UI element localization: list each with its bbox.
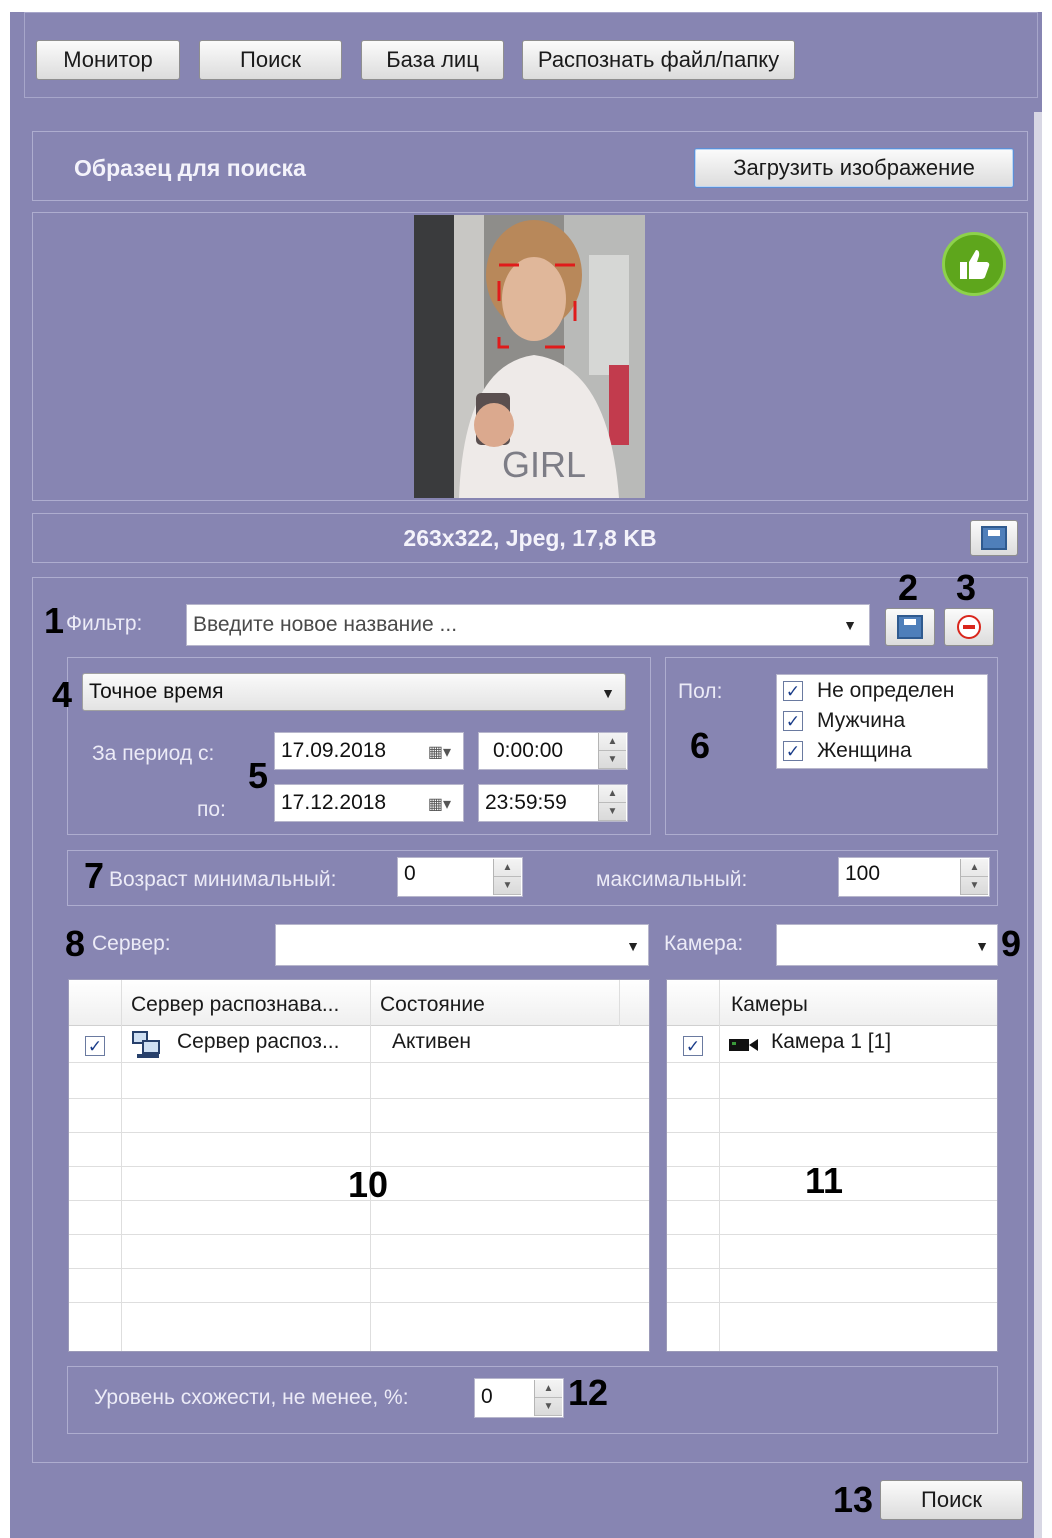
camera-select[interactable]: ▼ bbox=[776, 924, 998, 966]
from-date-picker[interactable]: 17.09.2018 ▦▾ bbox=[274, 732, 464, 770]
callout-9: 9 bbox=[1001, 923, 1022, 964]
to-time-value: 23:59:59 bbox=[485, 791, 567, 814]
to-date-picker[interactable]: 17.12.2018 ▦▾ bbox=[274, 784, 464, 822]
similarity-value: 0 bbox=[481, 1385, 493, 1408]
checkbox-undefined[interactable]: ✓ bbox=[783, 681, 803, 701]
callout-13: 13 bbox=[833, 1479, 874, 1520]
faces-db-button[interactable]: База лиц bbox=[361, 40, 504, 80]
age-max-value: 100 bbox=[845, 862, 881, 885]
column-header-cameras[interactable]: Камеры bbox=[731, 993, 808, 1017]
camera-label: Камера: bbox=[664, 932, 744, 955]
sample-photo: GIRL bbox=[414, 215, 645, 498]
server-row-checkbox[interactable]: ✓ bbox=[85, 1036, 105, 1056]
load-image-button[interactable]: Загрузить изображение bbox=[694, 148, 1014, 188]
camera-icon bbox=[729, 1038, 759, 1052]
save-filter-button[interactable] bbox=[885, 608, 935, 646]
callout-5: 5 bbox=[248, 755, 269, 796]
calendar-icon: ▦▾ bbox=[427, 744, 451, 761]
table-row[interactable]: ✓ Сервер распоз... Активен bbox=[69, 1026, 649, 1062]
servers-table-header: Сервер распознава... Состояние bbox=[69, 980, 649, 1026]
age-max-spinner[interactable]: ▲ ▼ bbox=[960, 859, 988, 895]
chevron-down-icon: ▼ bbox=[626, 938, 640, 954]
callout-10: 10 bbox=[348, 1164, 389, 1205]
gender-option-undefined: Не определен bbox=[817, 679, 955, 702]
checkbox-male[interactable]: ✓ bbox=[783, 711, 803, 731]
chevron-down-icon: ▼ bbox=[975, 938, 989, 954]
similarity-spinner[interactable]: ▲ ▼ bbox=[534, 1380, 562, 1416]
callout-3: 3 bbox=[956, 567, 977, 608]
search-button[interactable]: Поиск bbox=[880, 1480, 1023, 1520]
server-name: Сервер распоз... bbox=[177, 1030, 340, 1053]
save-icon bbox=[981, 526, 1007, 550]
age-min-value: 0 bbox=[404, 862, 416, 885]
camera-row-checkbox[interactable]: ✓ bbox=[683, 1036, 703, 1056]
to-date-value: 17.12.2018 bbox=[281, 791, 387, 814]
time-mode-value: Точное время bbox=[89, 680, 224, 703]
table-row[interactable]: ✓ Камера 1 [1] bbox=[667, 1026, 997, 1062]
chevron-down-icon: ▼ bbox=[601, 685, 615, 701]
scrollbar[interactable] bbox=[1034, 112, 1042, 1538]
callout-2: 2 bbox=[898, 567, 919, 608]
cameras-table-header: Камеры bbox=[667, 980, 997, 1026]
from-date-value: 17.09.2018 bbox=[281, 739, 387, 762]
image-info: 263x322, Jpeg, 17,8 KB bbox=[403, 525, 657, 551]
filter-placeholder: Введите новое название ... bbox=[193, 613, 458, 636]
column-header-state[interactable]: Состояние bbox=[380, 993, 485, 1017]
server-state: Активен bbox=[392, 1030, 471, 1053]
callout-4: 4 bbox=[52, 674, 73, 715]
callout-6: 6 bbox=[690, 725, 711, 766]
from-time-value: 0:00:00 bbox=[493, 739, 564, 762]
face-search-panel: Монитор Поиск База лиц Распознать файл/п… bbox=[10, 12, 1042, 1538]
period-to-label: по: bbox=[197, 798, 226, 821]
filter-combo[interactable]: Введите новое название ... ▼ bbox=[186, 604, 870, 646]
save-icon bbox=[897, 615, 923, 639]
remove-icon bbox=[957, 615, 981, 639]
camera-name: Камера 1 [1] bbox=[771, 1030, 892, 1053]
callout-8: 8 bbox=[65, 923, 86, 964]
recognize-file-button[interactable]: Распознать файл/папку bbox=[522, 40, 795, 80]
delete-filter-button[interactable] bbox=[944, 608, 994, 646]
age-min-label: Возраст минимальный: bbox=[109, 868, 337, 891]
period-from-label: За период с: bbox=[92, 742, 215, 765]
sample-title: Образец для поиска bbox=[74, 155, 306, 181]
callout-1: 1 bbox=[44, 600, 65, 641]
chevron-down-icon: ▼ bbox=[843, 617, 857, 633]
from-time-spinner[interactable]: ▲ ▼ bbox=[598, 733, 626, 769]
checkbox-female[interactable]: ✓ bbox=[783, 741, 803, 761]
gender-option-male: Мужчина bbox=[817, 709, 906, 732]
server-label: Сервер: bbox=[92, 932, 171, 955]
age-min-spinner[interactable]: ▲ ▼ bbox=[493, 859, 521, 895]
shirt-text: GIRL bbox=[502, 444, 586, 485]
similarity-label: Уровень схожести, не менее, %: bbox=[94, 1386, 409, 1409]
save-image-button[interactable] bbox=[970, 520, 1018, 556]
callout-12: 12 bbox=[568, 1372, 609, 1413]
server-icon bbox=[131, 1030, 163, 1060]
callout-11: 11 bbox=[805, 1160, 844, 1201]
server-select[interactable]: ▼ bbox=[275, 924, 649, 966]
calendar-icon: ▦▾ bbox=[427, 796, 451, 813]
filter-label: Фильтр: bbox=[66, 612, 143, 635]
callout-7: 7 bbox=[84, 855, 105, 896]
age-max-label: максимальный: bbox=[596, 868, 748, 891]
search-tab-button[interactable]: Поиск bbox=[199, 40, 342, 80]
to-time-spinner[interactable]: ▲ ▼ bbox=[598, 785, 626, 821]
gender-option-female: Женщина bbox=[817, 739, 912, 762]
thumbs-up-icon bbox=[942, 232, 1006, 296]
gender-list: ✓ Не определен ✓ Мужчина ✓ Женщина bbox=[776, 674, 988, 769]
column-header-server[interactable]: Сервер распознава... bbox=[131, 993, 339, 1017]
gender-label: Пол: bbox=[678, 680, 723, 703]
time-mode-select[interactable]: Точное время ▼ bbox=[82, 673, 626, 711]
monitor-button[interactable]: Монитор bbox=[36, 40, 180, 80]
